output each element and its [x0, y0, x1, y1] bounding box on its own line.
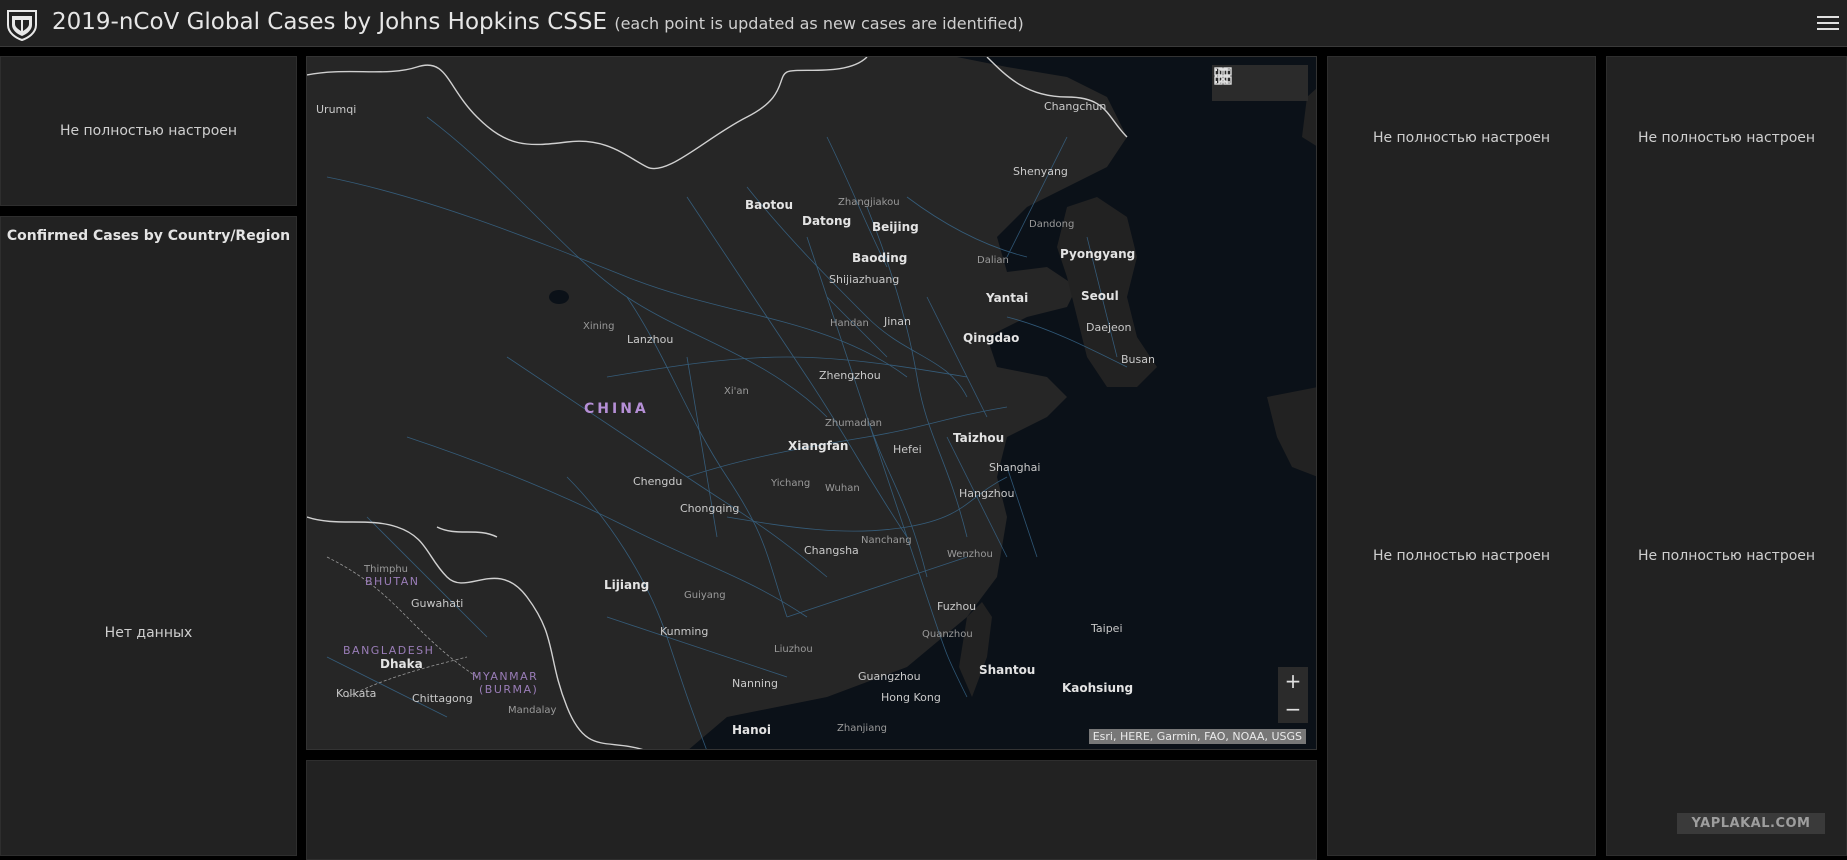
country-label-bhutan: BHUTAN [365, 575, 420, 588]
basemap-gallery-icon[interactable] [1212, 65, 1234, 87]
city-label: Taipei [1090, 622, 1123, 635]
city-label: Taizhou [953, 431, 1004, 445]
left-top-panel: Не полностью настроен [0, 56, 297, 206]
zoom-out-button[interactable]: − [1278, 695, 1308, 723]
app-header: 2019-nCoV Global Cases by Johns Hopkins … [0, 0, 1847, 47]
jhu-shield-icon[interactable] [6, 7, 38, 41]
city-label: Baoding [852, 251, 907, 265]
city-label: Chengdu [633, 475, 682, 488]
bottom-center-panel [306, 760, 1317, 860]
not-configured-message: Не полностью настроен [59, 123, 238, 139]
city-label: Shantou [979, 663, 1035, 677]
city-label: Dalian [977, 255, 1009, 266]
city-label: Yantai [985, 291, 1028, 305]
city-label: Daejeon [1086, 321, 1132, 334]
map-attribution[interactable]: Esri, HERE, Garmin, FAO, NOAA, USGS [1088, 729, 1306, 744]
page-title: 2019-nCoV Global Cases by Johns Hopkins … [52, 9, 1024, 35]
watermark-logo: YAPLAKAL.COM [1677, 813, 1825, 834]
city-label: Shenyang [1013, 165, 1068, 178]
country-label-bangladesh: BANGLADESH [343, 644, 434, 657]
zoom-in-button[interactable]: + [1278, 667, 1308, 695]
city-label: Datong [802, 214, 851, 228]
city-label: Dandong [1029, 219, 1074, 230]
hamburger-menu-icon[interactable] [1817, 12, 1839, 34]
city-label: Busan [1121, 353, 1155, 366]
city-label: Yichang [770, 478, 810, 489]
city-label: Guangzhou [858, 670, 921, 683]
no-data-message: Нет данных [104, 625, 193, 641]
city-label: Baotou [745, 198, 793, 212]
panel-title: Confirmed Cases by Country/Region [6, 228, 291, 244]
city-label: Liuzhou [774, 644, 813, 655]
city-label: Lijiang [604, 578, 649, 592]
city-label: Nanning [732, 677, 778, 690]
city-label: Beijing [872, 220, 919, 234]
basemap[interactable]: CHINA BHUTAN BANGLADESH MYANMAR (BURMA) … [307, 57, 1317, 750]
country-label-myanmar: MYANMAR [472, 670, 538, 683]
not-configured-message: Не полностью настроен [1372, 130, 1551, 146]
city-label: Qingdao [963, 331, 1019, 345]
city-label: Fuzhou [937, 600, 976, 613]
city-label: Xiangfan [788, 439, 848, 453]
zoom-control: + − [1278, 667, 1308, 723]
city-label: Seoul [1081, 289, 1119, 303]
city-label: Hong Kong [881, 691, 941, 704]
confirmed-cases-list-panel: Confirmed Cases by Country/Region Нет да… [0, 216, 297, 856]
title-subtitle: (each point is updated as new cases are … [614, 14, 1024, 33]
city-label: Guwahati [411, 597, 463, 610]
not-configured-message: Не полностью настроен [1637, 130, 1816, 146]
city-label: Quanzhou [922, 629, 973, 640]
city-label: Kolkata [336, 687, 376, 700]
city-label: Nanchang [861, 535, 912, 546]
city-label: Pyongyang [1060, 247, 1135, 261]
city-label: Guiyang [684, 590, 726, 601]
city-label: Xi'an [724, 386, 749, 397]
not-configured-message: Не полностью настроен [1372, 548, 1551, 564]
title-text: 2019-nCoV Global Cases by Johns Hopkins … [52, 9, 608, 35]
city-label: Zhangjiakou [838, 197, 900, 208]
map-view[interactable]: CHINA BHUTAN BANGLADESH MYANMAR (BURMA) … [306, 56, 1317, 750]
city-label: Hefei [893, 443, 922, 456]
city-label: Wuhan [825, 483, 860, 494]
country-label-burma: (BURMA) [479, 683, 538, 696]
city-label: Thimphu [363, 564, 408, 575]
city-label: Mandalay [508, 705, 556, 716]
city-label: Hangzhou [959, 487, 1014, 500]
city-label: Dhaka [380, 657, 423, 671]
city-label: Zhumadian [825, 418, 882, 429]
not-configured-message: Не полностью настроен [1637, 548, 1816, 564]
city-label: Xining [583, 321, 614, 332]
city-label: Changchun [1044, 100, 1106, 113]
country-label-china: CHINA [584, 401, 649, 417]
city-label: Urumqi [316, 103, 356, 116]
map-toolbar [1212, 65, 1308, 101]
city-label: Lanzhou [627, 333, 673, 346]
right-column-2: Не полностью настроен Не полностью настр… [1606, 56, 1847, 856]
city-label: Chongqing [680, 502, 739, 515]
city-label: Zhengzhou [819, 369, 881, 382]
city-label: Jinan [883, 315, 911, 328]
city-label: Kunming [660, 625, 708, 638]
city-label: Kaohsiung [1062, 681, 1133, 695]
city-label: Handan [830, 318, 869, 329]
city-label: Shijiazhuang [829, 273, 899, 286]
city-label: Changsha [804, 544, 859, 557]
city-label: Hanoi [732, 723, 771, 737]
city-label: Chittagong [412, 692, 473, 705]
right-column-1: Не полностью настроен Не полностью настр… [1327, 56, 1596, 856]
city-label: Zhanjiang [837, 723, 887, 734]
city-label: Wenzhou [947, 549, 993, 560]
city-label: Shanghai [989, 461, 1040, 474]
